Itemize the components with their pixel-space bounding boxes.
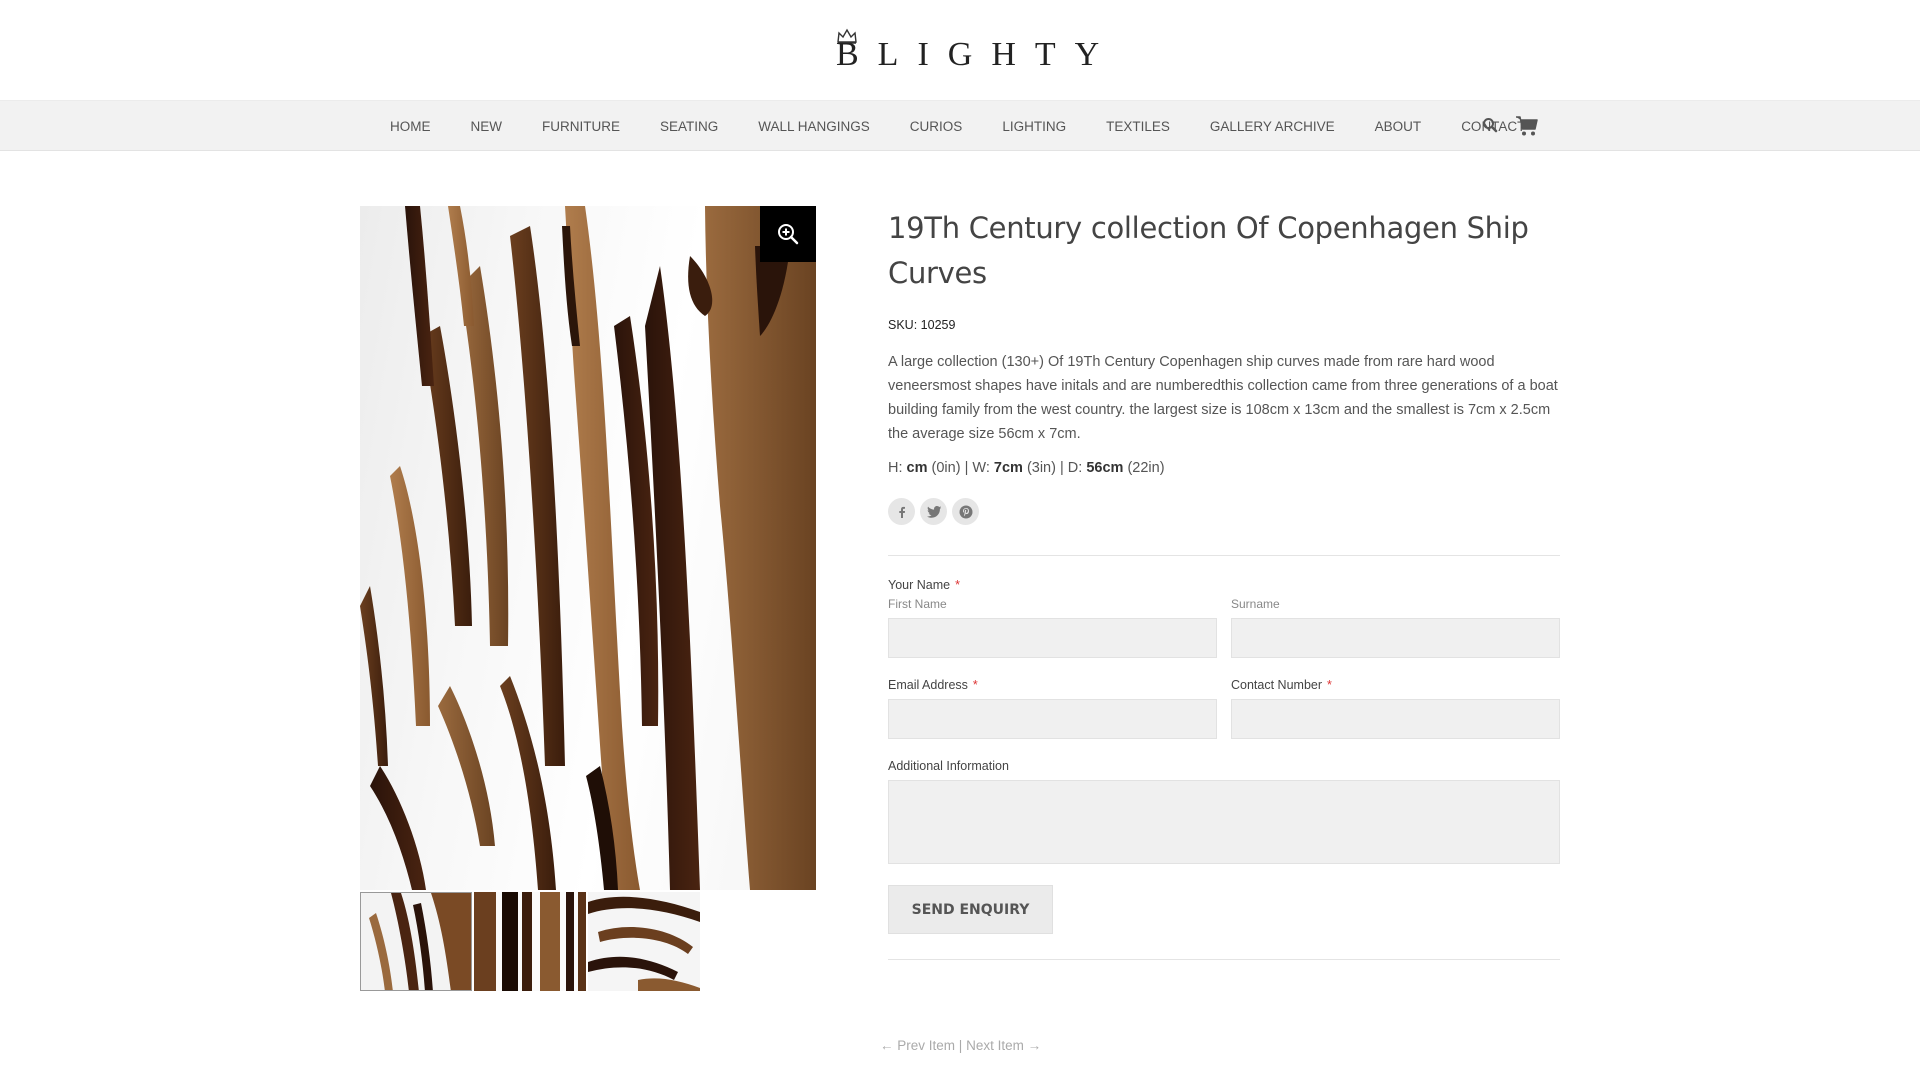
nav-item-gallery-archive[interactable]: GALLERY ARCHIVE [1190, 119, 1355, 134]
next-item-link[interactable]: Next Item → [966, 1038, 1041, 1053]
product-description: A large collection (130+) Of 19Th Centur… [888, 354, 1558, 442]
thumbnail-image-1 [361, 893, 471, 990]
twitter-share-button[interactable] [920, 498, 947, 525]
width-cm: 7cm [993, 460, 1023, 476]
additional-info-label: Additional Information [888, 759, 1009, 773]
prev-item-label: Prev Item [897, 1038, 956, 1053]
site-header: BLIGHTY [0, 0, 1920, 100]
nav-item-home[interactable]: HOME [370, 119, 451, 134]
send-enquiry-button[interactable]: SEND ENQUIRY [888, 885, 1053, 934]
nav-item-new[interactable]: NEW [451, 119, 523, 134]
twitter-icon [926, 505, 941, 518]
depth-cm: 56cm [1086, 460, 1124, 476]
ship-curves-artwork [360, 206, 816, 890]
zoom-in-icon [778, 224, 799, 245]
prev-item-link[interactable]: ← Prev Item [880, 1038, 955, 1053]
depth-label: D: [1067, 460, 1083, 476]
your-name-label-text: Your Name [888, 578, 951, 592]
dim-separator: | [964, 460, 969, 476]
thumbnail-image-2 [474, 892, 586, 991]
product-main-image[interactable] [360, 206, 816, 890]
sku-value: 10259 [920, 318, 956, 332]
contact-number-label-text: Contact Number [1231, 678, 1323, 692]
contact-number-field[interactable] [1231, 699, 1560, 739]
thumbnail-2[interactable] [474, 892, 586, 991]
facebook-icon [898, 506, 905, 518]
thumbnail-image-3 [588, 892, 700, 991]
email-label: Email Address * [888, 678, 1217, 692]
required-asterisk: * [1327, 678, 1332, 692]
thumbnail-3[interactable] [588, 892, 700, 991]
thumbnail-1[interactable] [360, 892, 472, 991]
your-name-label: Your Name * [888, 578, 1560, 592]
nav-item-seating[interactable]: SEATING [640, 119, 738, 134]
product-sku: SKU: 10259 [888, 318, 1560, 332]
next-item-label: Next Item [966, 1038, 1024, 1053]
depth-in: (22in) [1127, 460, 1165, 476]
surname-sublabel: Surname [1231, 597, 1280, 611]
pinterest-icon [959, 505, 972, 518]
surname-field[interactable] [1231, 618, 1560, 658]
email-field[interactable] [888, 699, 1217, 739]
search-icon[interactable] [1482, 117, 1498, 133]
logo-text: BLIGHTY [836, 36, 1119, 73]
product-dimensions: H: cm (0in) | W: 7cm (3in) | D: 56cm (22… [888, 460, 1560, 476]
width-in: (3in) [1026, 460, 1056, 476]
product-info: 19Th Century collection Of Copenhagen Sh… [888, 206, 1560, 960]
main-nav: HOME NEW FURNITURE SEATING WALL HANGINGS… [0, 100, 1920, 151]
required-asterisk: * [972, 678, 978, 692]
pager-separator: | [958, 1038, 963, 1053]
thumbnail-strip [360, 892, 700, 991]
social-share [888, 498, 1560, 525]
contact-number-label: Contact Number * [1231, 678, 1560, 692]
first-name-field[interactable] [888, 618, 1217, 658]
section-divider [888, 959, 1560, 960]
height-label: H: [888, 460, 903, 476]
sku-label: SKU: [888, 318, 918, 332]
nav-item-textiles[interactable]: TEXTILES [1086, 119, 1190, 134]
section-divider [888, 555, 1560, 556]
nav-item-about[interactable]: ABOUT [1355, 119, 1442, 134]
site-logo[interactable]: BLIGHTY [836, 28, 1099, 78]
required-asterisk: * [955, 578, 960, 592]
email-label-text: Email Address [888, 678, 968, 692]
height-cm: cm [906, 460, 928, 476]
pinterest-share-button[interactable] [952, 498, 979, 525]
height-in: (0in) [931, 460, 961, 476]
nav-item-wall-hangings[interactable]: WALL HANGINGS [738, 119, 890, 134]
enquiry-form: Your Name * First Name Surname Email Addr… [888, 578, 1560, 934]
first-name-sublabel: First Name [888, 597, 947, 611]
nav-item-furniture[interactable]: FURNITURE [522, 119, 640, 134]
nav-item-curios[interactable]: CURIOS [890, 119, 983, 134]
nav-item-lighting[interactable]: LIGHTING [982, 119, 1086, 134]
width-label: W: [972, 460, 990, 476]
dim-separator: | [1059, 460, 1064, 476]
zoom-button[interactable] [760, 206, 816, 262]
facebook-share-button[interactable] [888, 498, 915, 525]
additional-info-textarea[interactable] [888, 780, 1560, 864]
product-title: 19Th Century collection Of Copenhagen Sh… [888, 211, 1529, 290]
cart-icon[interactable] [1515, 115, 1539, 137]
item-pager: ← Prev Item | Next Item → [880, 1038, 1041, 1053]
